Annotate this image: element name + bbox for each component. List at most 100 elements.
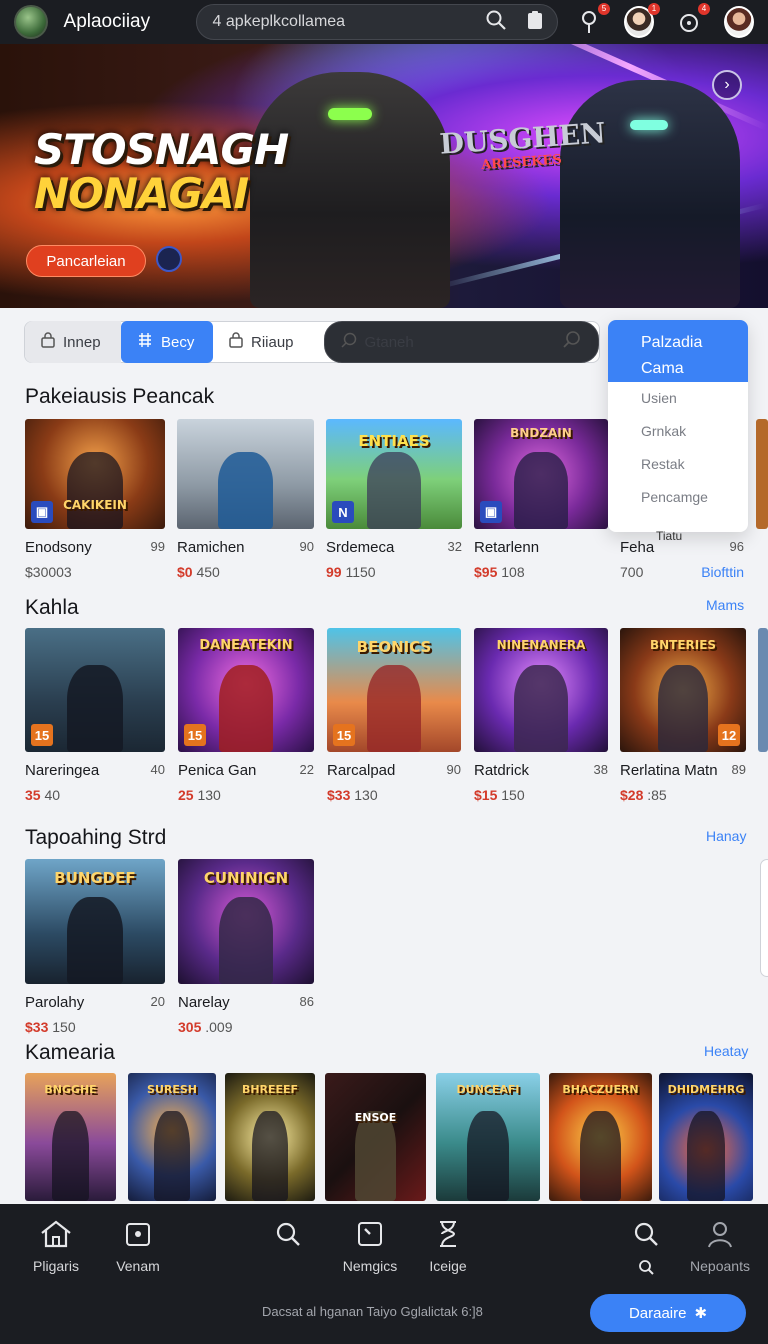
game-thumbnail[interactable]: DHIDMEHRG <box>659 1073 753 1201</box>
dropdown-item[interactable]: Restak <box>608 448 748 481</box>
game-card[interactable]: CUNINIGN Narelay 86 305 .009 <box>178 859 314 1035</box>
notification-badge: 4 <box>698 3 710 15</box>
game-thumbnail[interactable]: BNTERIES 12 <box>620 628 746 752</box>
nav-venam[interactable]: Venam <box>98 1216 178 1274</box>
clipboard-icon[interactable] <box>525 9 545 36</box>
game-thumbnail[interactable]: ENSOE <box>325 1073 426 1201</box>
section-see-all-link[interactable]: Heatay <box>704 1043 748 1059</box>
game-thumbnail[interactable] <box>177 419 314 529</box>
thumbnail-title: DANEATEKIN <box>199 637 293 653</box>
settings-icon[interactable]: 4 <box>674 3 710 37</box>
game-thumbnail[interactable]: BNDZAIN ▣ <box>474 419 608 529</box>
game-title: Nareringea <box>25 762 100 779</box>
hero-cta-button[interactable]: Pancarleian <box>26 245 146 277</box>
game-thumbnail[interactable]: CAKIKEIN ▣ <box>25 419 165 529</box>
thumbnail-title: BNGGHE <box>44 1083 97 1097</box>
footer-note: Dacsat al hganan Taiyo Gglalictak 6:]8 <box>262 1304 483 1319</box>
nav-label: Pligaris <box>33 1258 79 1274</box>
game-thumbnail[interactable]: 15 <box>25 628 165 752</box>
rating-badge: 15 <box>184 724 206 746</box>
app-title: Aplaociiay <box>63 11 151 32</box>
game-thumbnail-partial[interactable] <box>756 419 768 529</box>
nav-profile[interactable]: Nepoants <box>680 1216 760 1274</box>
game-card[interactable]: 15 Nareringea 40 35 40 <box>25 628 165 803</box>
home-icon <box>16 1216 96 1252</box>
game-card[interactable]: ENTIAES N Srdemeca 32 99 1150 <box>326 419 462 580</box>
game-thumbnail[interactable]: BEONICS 15 <box>327 628 461 752</box>
thumbnail-title: DHIDMEHRG <box>667 1083 745 1097</box>
game-thumbnail[interactable]: DUNCEAFI <box>436 1073 540 1201</box>
game-thumbnail[interactable]: NINENANERA <box>474 628 608 752</box>
search-icon[interactable] <box>485 9 507 36</box>
game-thumbnail[interactable]: BHACZUERN <box>549 1073 652 1201</box>
game-price: $15 150 <box>474 787 525 803</box>
dropdown-item[interactable]: Grnkak <box>608 415 748 448</box>
hero-secondary-button[interactable] <box>156 246 182 272</box>
nav-discover[interactable] <box>606 1216 686 1279</box>
game-title: Rarcalpad <box>327 762 396 779</box>
game-price: 35 40 <box>25 787 61 803</box>
user-avatar[interactable] <box>724 6 754 38</box>
carousel-next-icon[interactable]: › <box>712 70 742 100</box>
hero-title: STOSNAGH NONAGAI <box>34 128 289 216</box>
game-card[interactable]: BNTERIES 12 Rerlatina Matn 89 $28 :85 <box>620 628 746 803</box>
game-card[interactable]: DANEATEKIN 15 Penica Gan 22 25 130 <box>178 628 314 803</box>
section-title: Tapoahing Strd <box>25 826 167 849</box>
filter-label: Riiaup <box>251 333 294 351</box>
search-icon <box>248 1216 328 1252</box>
thumbnail-title: BHACZUERN <box>562 1083 639 1097</box>
game-card[interactable]: Tiatu Feha 96 700 Biofttin <box>620 529 744 580</box>
search-icon[interactable] <box>562 330 582 354</box>
game-thumbnail[interactable]: DANEATEKIN 15 <box>178 628 314 752</box>
section-see-all-link[interactable]: Mams <box>706 597 744 613</box>
rating-badge: 15 <box>333 724 355 746</box>
section-see-all-link[interactable]: Hanay <box>706 828 746 844</box>
game-thumbnail[interactable]: BNGGHE <box>25 1073 116 1201</box>
game-card[interactable]: BUNGDEF Parolahy 20 $33 150 <box>25 859 165 1035</box>
platform-badge: ▣ <box>31 501 53 523</box>
game-card[interactable]: NINENANERA Ratdrick 38 $15 150 <box>474 628 608 803</box>
game-thumbnail[interactable]: CUNINIGN <box>178 859 314 984</box>
controller-icon[interactable]: 5 <box>574 3 610 37</box>
card-link[interactable]: Biofttin <box>701 564 744 580</box>
game-price: 25 130 <box>178 787 221 803</box>
primary-action-button[interactable]: Daraaire ✱ <box>590 1294 746 1332</box>
dropdown-item[interactable]: Usien <box>608 382 748 415</box>
dropdown-header[interactable]: Palzadia Cama <box>608 320 748 382</box>
game-card[interactable]: BEONICS 15 Rarcalpad 90 $33 130 <box>327 628 461 803</box>
rating-badge: 12 <box>718 724 740 746</box>
nav-home[interactable]: Pligaris <box>16 1216 96 1274</box>
game-thumbnail[interactable]: BUNGDEF <box>25 859 165 984</box>
game-card[interactable]: Ramichen 90 $0 450 <box>177 419 314 580</box>
filter-tab-2[interactable]: Becy <box>121 321 213 363</box>
hero-banner[interactable]: STOSNAGH NONAGAI DUSGHEN ARESEKES Pancar… <box>0 44 768 308</box>
game-price: $30003 <box>25 564 72 580</box>
game-price: $33 130 <box>327 787 378 803</box>
game-thumbnail[interactable]: SURESH <box>128 1073 216 1201</box>
search-bar[interactable]: 4 apkeplkcollamea <box>195 4 558 40</box>
filter-search[interactable]: Gtaneh <box>323 321 599 363</box>
nav-iceige[interactable]: Iceige <box>408 1216 488 1274</box>
dropdown-item[interactable]: Pencamge <box>608 481 748 514</box>
filter-tab-3[interactable]: Riiaup <box>213 321 310 363</box>
game-thumbnail[interactable]: ENTIAES N <box>326 419 462 529</box>
game-card[interactable]: CAKIKEIN ▣ Enodsony 99 $30003 <box>25 419 165 580</box>
game-title: Parolahy <box>25 994 85 1011</box>
search-input[interactable]: 4 apkeplkcollamea <box>213 13 485 31</box>
game-card[interactable]: BNDZAIN ▣ Retarlenn $95 108 <box>474 419 608 580</box>
rating-badge: 15 <box>31 724 53 746</box>
filter-tab-1[interactable]: Innep <box>25 321 121 363</box>
thumbnail-title: SURESH <box>147 1083 197 1097</box>
avatar[interactable] <box>724 6 754 38</box>
game-price: $28 :85 <box>620 787 667 803</box>
app-logo[interactable] <box>14 5 48 39</box>
profile-avatar[interactable]: 1 <box>624 3 660 38</box>
nav-nemgics[interactable]: Nemgics <box>330 1216 410 1274</box>
user-icon <box>680 1216 760 1252</box>
game-title: Rerlatina Matn <box>620 762 718 779</box>
game-title: Enodsony <box>25 539 92 556</box>
nav-search[interactable] <box>248 1216 328 1252</box>
game-rating: 90 <box>299 539 314 554</box>
game-thumbnail-partial[interactable] <box>758 628 768 752</box>
game-thumbnail[interactable]: BHREEEF <box>225 1073 315 1201</box>
